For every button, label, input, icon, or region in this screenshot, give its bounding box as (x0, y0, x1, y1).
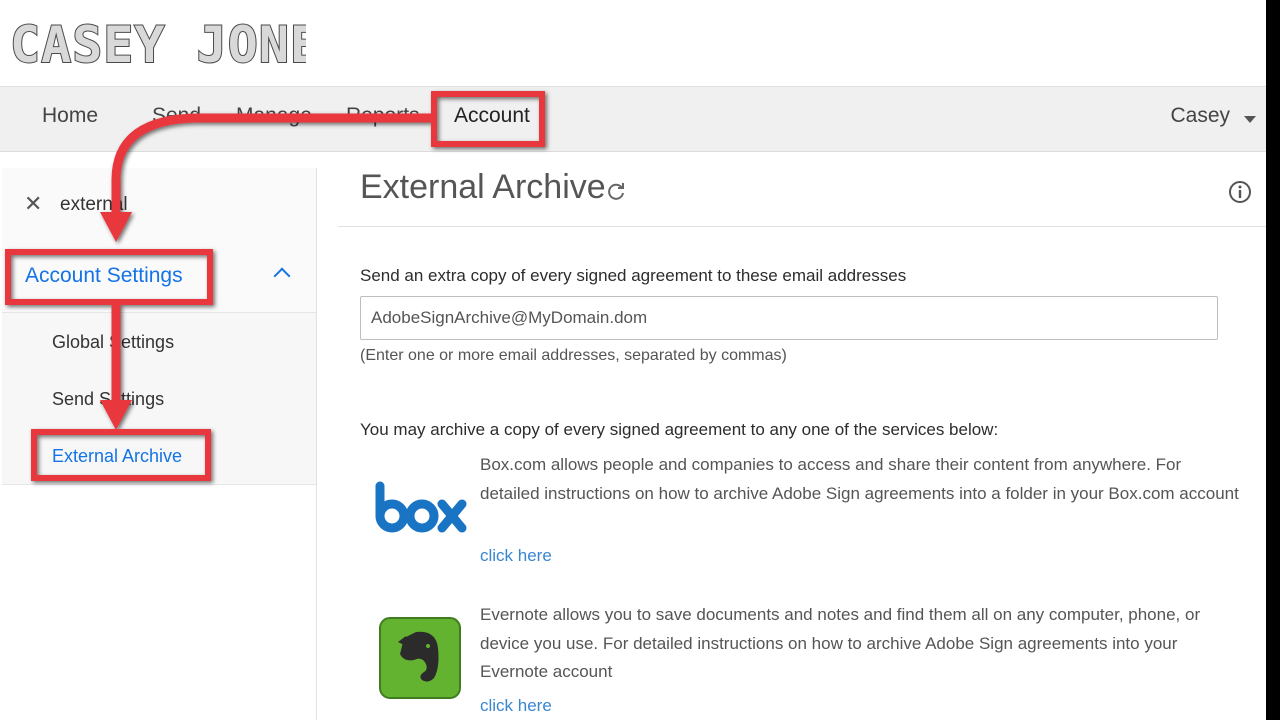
info-icon[interactable] (1228, 180, 1252, 204)
logo-text: CASEY JONES (10, 16, 306, 74)
sidebar-section-account-settings[interactable]: Account Settings (2, 240, 316, 313)
email-label: Send an extra copy of every signed agree… (360, 266, 907, 285)
casey-jones-logo: CASEY JONES (9, 15, 306, 75)
nav-home[interactable]: Home (42, 104, 98, 128)
sidebar-search-input[interactable] (60, 190, 290, 220)
sidebar-search: ✕ (2, 168, 316, 241)
right-edge-bar (1266, 0, 1280, 720)
page-title: External Archive (360, 168, 606, 206)
nav-reports[interactable]: Reports (346, 104, 420, 128)
sidebar-divider (2, 484, 316, 485)
chevron-up-icon[interactable] (273, 267, 291, 285)
evernote-click-here-link[interactable]: click here (480, 696, 552, 716)
archive-services-label: You may archive a copy of every signed a… (360, 420, 999, 439)
archive-email-field[interactable] (360, 296, 1218, 340)
box-logo-icon (375, 481, 467, 533)
nav-manage[interactable]: Manage (236, 104, 312, 128)
sidebar-item-external-archive[interactable]: External Archive (52, 446, 182, 467)
box-description: Box.com allows people and companies to a… (480, 455, 1239, 503)
sidebar-item-send-settings[interactable]: Send Settings (52, 389, 164, 410)
nav-send[interactable]: Send (152, 104, 201, 128)
refresh-icon[interactable] (605, 180, 627, 202)
evernote-description: Evernote allows you to save documents an… (480, 605, 1201, 681)
chevron-down-icon[interactable] (1244, 116, 1256, 123)
box-click-here-link[interactable]: click here (480, 546, 552, 566)
user-menu[interactable]: Casey (1170, 104, 1230, 128)
sidebar-section-label[interactable]: Account Settings (25, 264, 183, 288)
close-icon[interactable]: ✕ (24, 193, 42, 215)
top-nav: Home Send Manage Reports Account Casey (0, 86, 1266, 152)
sidebar-item-global-settings[interactable]: Global Settings (52, 332, 174, 353)
email-help-text: (Enter one or more email addresses, sepa… (360, 347, 787, 364)
evernote-logo-icon (379, 617, 461, 699)
title-divider (338, 226, 1266, 227)
nav-account[interactable]: Account (454, 104, 530, 128)
settings-sidebar: ✕ Account Settings Global Settings Send … (2, 168, 317, 720)
